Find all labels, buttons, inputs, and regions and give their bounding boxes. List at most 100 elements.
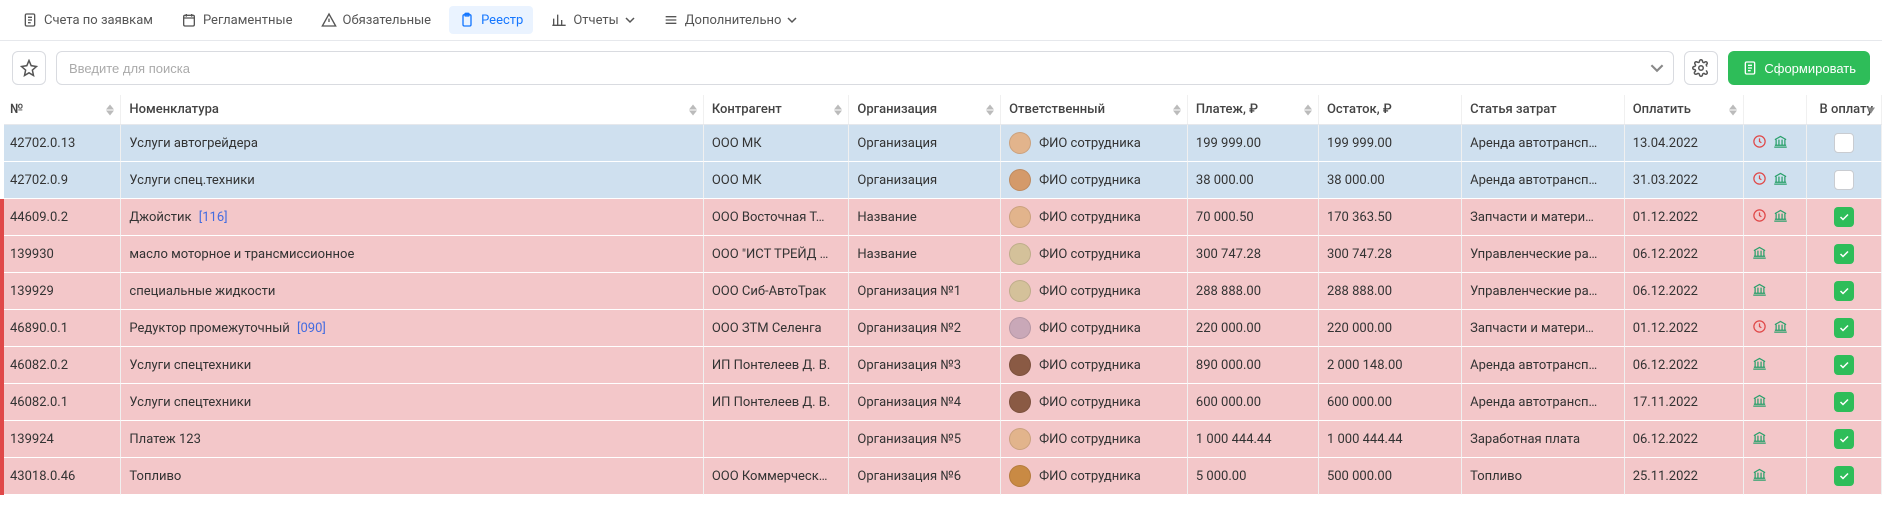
to-pay-checkbox[interactable]	[1834, 133, 1854, 153]
table-row[interactable]: 139924Платеж 123Организация №5ФИО сотруд…	[2, 421, 1882, 458]
tab-reports[interactable]: Отчеты	[541, 6, 644, 34]
cell-responsible: ФИО сотрудника	[1001, 125, 1188, 162]
tab-registry[interactable]: Реестр	[449, 6, 533, 34]
cell-status-icons	[1743, 125, 1806, 162]
cell-responsible: ФИО сотрудника	[1001, 384, 1188, 421]
sort-icon	[1304, 104, 1312, 115]
col-label: В оплату	[1820, 102, 1874, 117]
tab-requests[interactable]: Счета по заявкам	[12, 6, 163, 34]
clock-icon	[1752, 319, 1767, 338]
cell-organization: Организация	[849, 125, 1001, 162]
table-row[interactable]: 139930масло моторное и трансмиссионноеОО…	[2, 236, 1882, 273]
col-label: Ответственный	[1009, 102, 1105, 117]
col-contractor[interactable]: Контрагент	[703, 95, 849, 125]
cell-payment: 38 000.00	[1187, 162, 1318, 199]
cell-no: 46082.0.1	[2, 384, 121, 421]
table-row[interactable]: 46890.0.1Редуктор промежуточный [090]ООО…	[2, 310, 1882, 347]
cell-pay-date: 06.12.2022	[1624, 273, 1743, 310]
bank-icon	[1773, 171, 1788, 190]
calendar-icon	[181, 12, 197, 28]
tab-label: Реестр	[481, 13, 523, 28]
cell-to-pay	[1806, 236, 1881, 273]
to-pay-checkbox[interactable]	[1834, 244, 1854, 264]
cell-pay-date: 13.04.2022	[1624, 125, 1743, 162]
cell-nomenclature: Услуги автогрейдера	[121, 125, 703, 162]
to-pay-checkbox[interactable]	[1834, 318, 1854, 338]
to-pay-checkbox[interactable]	[1834, 170, 1854, 190]
col-label: №	[10, 102, 23, 117]
col-to-pay[interactable]: В оплату	[1806, 95, 1881, 125]
to-pay-checkbox[interactable]	[1834, 355, 1854, 375]
responsible-name: ФИО сотрудника	[1039, 210, 1141, 225]
cell-nomenclature: Топливо	[121, 458, 703, 495]
sort-desc-icon	[1867, 102, 1875, 117]
cell-remainder: 38 000.00	[1318, 162, 1461, 199]
table-row[interactable]: 139929специальные жидкостиООО Сиб-АвтоТр…	[2, 273, 1882, 310]
cell-pay-date: 01.12.2022	[1624, 199, 1743, 236]
col-nomenclature[interactable]: Номенклатура	[121, 95, 703, 125]
avatar	[1009, 206, 1031, 228]
cell-payment: 5 000.00	[1187, 458, 1318, 495]
sort-icon	[986, 104, 994, 115]
col-remainder[interactable]: Остаток, ₽	[1318, 95, 1461, 125]
to-pay-checkbox[interactable]	[1834, 207, 1854, 227]
bank-icon	[1752, 467, 1767, 486]
col-cost-item[interactable]: Статья затрат	[1462, 95, 1625, 125]
cell-remainder: 600 000.00	[1318, 384, 1461, 421]
tab-scheduled[interactable]: Регламентные	[171, 6, 303, 34]
generate-label: Сформировать	[1764, 61, 1856, 76]
to-pay-checkbox[interactable]	[1834, 281, 1854, 301]
cell-contractor: ООО МК	[703, 162, 849, 199]
to-pay-checkbox[interactable]	[1834, 466, 1854, 486]
bank-icon	[1752, 245, 1767, 264]
cell-remainder: 220 000.00	[1318, 310, 1461, 347]
cell-nomenclature: Услуги спецтехники	[121, 384, 703, 421]
to-pay-checkbox[interactable]	[1834, 429, 1854, 449]
cell-cost-item: Аренда автотрансп…	[1462, 384, 1625, 421]
cell-organization: Название	[849, 199, 1001, 236]
responsible-name: ФИО сотрудника	[1039, 284, 1141, 299]
chart-icon	[551, 12, 567, 28]
to-pay-checkbox[interactable]	[1834, 392, 1854, 412]
table-row[interactable]: 42702.0.13Услуги автогрейдераООО МКОрган…	[2, 125, 1882, 162]
cell-remainder: 2 000 148.00	[1318, 347, 1461, 384]
bank-icon	[1773, 208, 1788, 227]
chevron-down-icon	[787, 15, 797, 25]
cell-remainder: 500 000.00	[1318, 458, 1461, 495]
cell-contractor: ООО Сиб-АвтоТрак	[703, 273, 849, 310]
cell-pay-date: 25.11.2022	[1624, 458, 1743, 495]
cell-organization: Организация	[849, 162, 1001, 199]
col-responsible[interactable]: Ответственный	[1001, 95, 1188, 125]
tab-extra[interactable]: Дополнительно	[653, 6, 808, 34]
settings-button[interactable]	[1684, 51, 1718, 85]
responsible-name: ФИО сотрудника	[1039, 395, 1141, 410]
document-icon	[22, 12, 38, 28]
tab-mandatory[interactable]: Обязательные	[311, 6, 442, 34]
favorite-button[interactable]	[12, 51, 46, 85]
col-pay-date[interactable]: Оплатить	[1624, 95, 1743, 125]
cell-payment: 199 999.00	[1187, 125, 1318, 162]
avatar	[1009, 243, 1031, 265]
cell-cost-item: Запчасти и матери…	[1462, 310, 1625, 347]
table-row[interactable]: 44609.0.2Джойстик [116]ООО Восточная Т…Н…	[2, 199, 1882, 236]
cell-remainder: 170 363.50	[1318, 199, 1461, 236]
table-row[interactable]: 46082.0.2Услуги спецтехникиИП Понтелеев …	[2, 347, 1882, 384]
responsible-name: ФИО сотрудника	[1039, 432, 1141, 447]
cell-payment: 890 000.00	[1187, 347, 1318, 384]
generate-button[interactable]: Сформировать	[1728, 51, 1870, 85]
tab-label: Обязательные	[343, 13, 432, 28]
table-row[interactable]: 43018.0.46ТопливоООО Коммерческ…Организа…	[2, 458, 1882, 495]
cell-organization: Организация №4	[849, 384, 1001, 421]
col-payment[interactable]: Платеж, ₽	[1187, 95, 1318, 125]
cell-no: 43018.0.46	[2, 458, 121, 495]
cell-contractor: ИП Понтелеев Д. В.	[703, 384, 849, 421]
avatar	[1009, 280, 1031, 302]
avatar	[1009, 391, 1031, 413]
search-input[interactable]	[56, 51, 1674, 85]
table-row[interactable]: 46082.0.1Услуги спецтехникиИП Понтелеев …	[2, 384, 1882, 421]
col-no[interactable]: №	[2, 95, 121, 125]
col-organization[interactable]: Организация	[849, 95, 1001, 125]
cell-contractor: ООО ЗТМ Селенга	[703, 310, 849, 347]
cell-no: 42702.0.9	[2, 162, 121, 199]
table-row[interactable]: 42702.0.9Услуги спец.техникиООО МКОргани…	[2, 162, 1882, 199]
